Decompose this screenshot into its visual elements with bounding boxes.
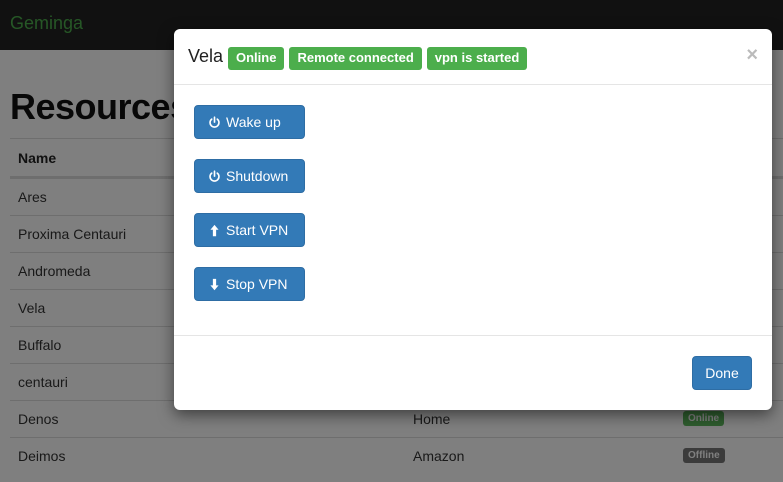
- arrow-down-icon: [207, 277, 221, 291]
- badge-online: Online: [228, 47, 285, 70]
- resource-modal: Vela Online Remote connected vpn is star…: [174, 29, 772, 410]
- close-button[interactable]: ×: [746, 45, 758, 65]
- stop-vpn-label: Stop VPN: [226, 276, 288, 292]
- modal-title: Vela: [188, 46, 224, 66]
- shutdown-label: Shutdown: [226, 168, 289, 184]
- status-badges: Online Remote connected vpn is started: [228, 47, 528, 70]
- wake-up-label: Wake up: [226, 114, 281, 130]
- done-button[interactable]: Done: [692, 356, 752, 390]
- modal-body: Wake up Shutdown Start VPN Stop VPN: [174, 86, 772, 336]
- modal-header: Vela Online Remote connected vpn is star…: [174, 29, 772, 85]
- start-vpn-button[interactable]: Start VPN: [194, 213, 305, 247]
- start-vpn-label: Start VPN: [226, 222, 289, 238]
- shutdown-button[interactable]: Shutdown: [194, 159, 305, 193]
- stop-vpn-button[interactable]: Stop VPN: [194, 267, 305, 301]
- arrow-up-icon: [207, 223, 221, 237]
- modal-footer: Done: [174, 336, 772, 410]
- badge-vpn-started: vpn is started: [426, 47, 528, 70]
- power-icon: [207, 115, 221, 129]
- power-icon: [207, 169, 221, 183]
- wake-up-button[interactable]: Wake up: [194, 105, 305, 139]
- badge-remote-connected: Remote connected: [289, 47, 422, 70]
